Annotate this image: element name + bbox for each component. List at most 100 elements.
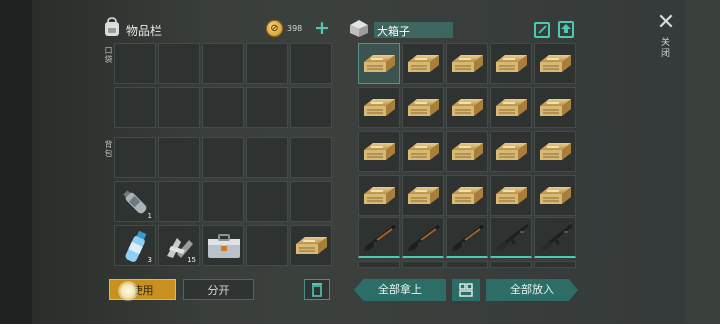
crate-icon bbox=[407, 141, 440, 162]
pocket-slot[interactable] bbox=[246, 43, 288, 84]
rifle-icon bbox=[538, 223, 574, 253]
chest-slot[interactable] bbox=[534, 175, 576, 216]
crate-icon bbox=[495, 141, 528, 162]
chest-slot[interactable] bbox=[446, 43, 488, 84]
chest-slot[interactable] bbox=[490, 261, 532, 268]
backpack-slot[interactable]: 1 bbox=[114, 181, 156, 222]
edit-icon bbox=[538, 25, 547, 34]
chest-icon bbox=[350, 20, 368, 37]
coin-icon: ⊘ bbox=[266, 20, 283, 37]
crate-icon bbox=[363, 53, 396, 74]
split-button[interactable]: 分开 bbox=[183, 279, 254, 300]
chest-slot[interactable] bbox=[534, 87, 576, 128]
backpack-slot[interactable] bbox=[114, 137, 156, 178]
backpack-slot[interactable] bbox=[202, 225, 244, 266]
sort-grid-icon bbox=[459, 283, 473, 297]
take-all-button[interactable]: 全部拿上 bbox=[354, 279, 446, 301]
pocket-slot[interactable] bbox=[290, 43, 332, 84]
crate-icon bbox=[451, 141, 484, 162]
sort-button[interactable] bbox=[452, 279, 480, 301]
backpack-slot[interactable] bbox=[246, 181, 288, 222]
chest-slot[interactable] bbox=[358, 87, 400, 128]
chest-slot[interactable] bbox=[402, 175, 444, 216]
item-quantity: 15 bbox=[187, 256, 196, 264]
chest-slot[interactable] bbox=[446, 261, 488, 268]
chest-slot[interactable] bbox=[402, 217, 444, 258]
pocket-slot[interactable] bbox=[290, 87, 332, 128]
chest-slot[interactable] bbox=[534, 131, 576, 172]
crate-icon bbox=[495, 97, 528, 118]
chest-slot[interactable] bbox=[490, 217, 532, 258]
backpack-slot[interactable] bbox=[246, 225, 288, 266]
pocket-slot[interactable] bbox=[114, 87, 156, 128]
backpack-slot[interactable]: 3 bbox=[114, 225, 156, 266]
chest-slot[interactable] bbox=[534, 217, 576, 258]
backpack-slot[interactable] bbox=[158, 137, 200, 178]
close-icon: ✕ bbox=[656, 10, 676, 35]
chest-name: 大箱子 bbox=[377, 25, 410, 38]
crate-icon bbox=[451, 185, 484, 206]
close-label: 关闭 bbox=[661, 38, 671, 59]
pocket-slot[interactable] bbox=[246, 87, 288, 128]
pocket-label: 口袋 bbox=[104, 46, 113, 64]
chest-slot[interactable] bbox=[490, 87, 532, 128]
backpack-slot[interactable] bbox=[290, 225, 332, 266]
chest-slot[interactable] bbox=[446, 131, 488, 172]
edit-button[interactable] bbox=[534, 22, 550, 38]
chest-slot[interactable] bbox=[402, 261, 444, 268]
crate-icon bbox=[495, 53, 528, 74]
water-bottle-icon bbox=[125, 230, 147, 262]
chest-slot[interactable] bbox=[358, 175, 400, 216]
touch-indicator bbox=[118, 281, 138, 301]
crate-icon bbox=[295, 235, 328, 256]
chest-slot[interactable] bbox=[490, 43, 532, 84]
pocket-slot[interactable] bbox=[114, 43, 156, 84]
inventory-title: 物品栏 bbox=[126, 24, 163, 38]
item-quantity: 3 bbox=[147, 256, 152, 264]
put-all-button[interactable]: 全部放入 bbox=[486, 279, 578, 301]
chest-slot[interactable] bbox=[358, 131, 400, 172]
chest-slot[interactable] bbox=[534, 43, 576, 84]
pocket-slot[interactable] bbox=[202, 87, 244, 128]
backpack-slot[interactable] bbox=[202, 137, 244, 178]
shotgun-icon bbox=[362, 223, 398, 253]
backpack-slot[interactable] bbox=[290, 137, 332, 178]
toolbox-icon bbox=[208, 234, 240, 258]
pocket-slot[interactable] bbox=[202, 43, 244, 84]
chest-slot[interactable] bbox=[358, 261, 400, 268]
close-button[interactable]: ✕ bbox=[655, 12, 677, 34]
backpack-slot[interactable]: 15 bbox=[158, 225, 200, 266]
crate-icon bbox=[451, 97, 484, 118]
crate-icon bbox=[451, 53, 484, 74]
upload-icon bbox=[561, 24, 571, 33]
chest-slot[interactable] bbox=[402, 131, 444, 172]
chest-slot[interactable] bbox=[534, 261, 576, 268]
chest-slot[interactable] bbox=[402, 87, 444, 128]
shotgun-icon bbox=[406, 223, 442, 253]
crate-icon bbox=[363, 97, 396, 118]
pocket-slot[interactable] bbox=[158, 87, 200, 128]
crate-icon bbox=[407, 97, 440, 118]
add-coin-button[interactable]: + bbox=[314, 19, 330, 38]
delete-button[interactable] bbox=[304, 279, 330, 300]
backpack-slot[interactable] bbox=[202, 181, 244, 222]
backpack-slot[interactable] bbox=[246, 137, 288, 178]
left-edge bbox=[0, 0, 32, 324]
chest-slot[interactable] bbox=[446, 175, 488, 216]
backpack-slot[interactable] bbox=[158, 181, 200, 222]
pocket-slot[interactable] bbox=[158, 43, 200, 84]
chest-slot[interactable] bbox=[402, 43, 444, 84]
crate-icon bbox=[539, 141, 572, 162]
chest-slot[interactable] bbox=[446, 217, 488, 258]
backpack-icon bbox=[105, 17, 119, 36]
chest-slot[interactable] bbox=[490, 175, 532, 216]
backpack-slot[interactable] bbox=[290, 181, 332, 222]
chest-slot[interactable] bbox=[358, 217, 400, 258]
chest-slot[interactable] bbox=[490, 131, 532, 172]
chest-slot[interactable] bbox=[358, 43, 400, 84]
crate-icon bbox=[539, 185, 572, 206]
crate-icon bbox=[407, 53, 440, 74]
crate-icon bbox=[363, 185, 396, 206]
upload-button[interactable] bbox=[558, 21, 574, 38]
chest-slot[interactable] bbox=[446, 87, 488, 128]
